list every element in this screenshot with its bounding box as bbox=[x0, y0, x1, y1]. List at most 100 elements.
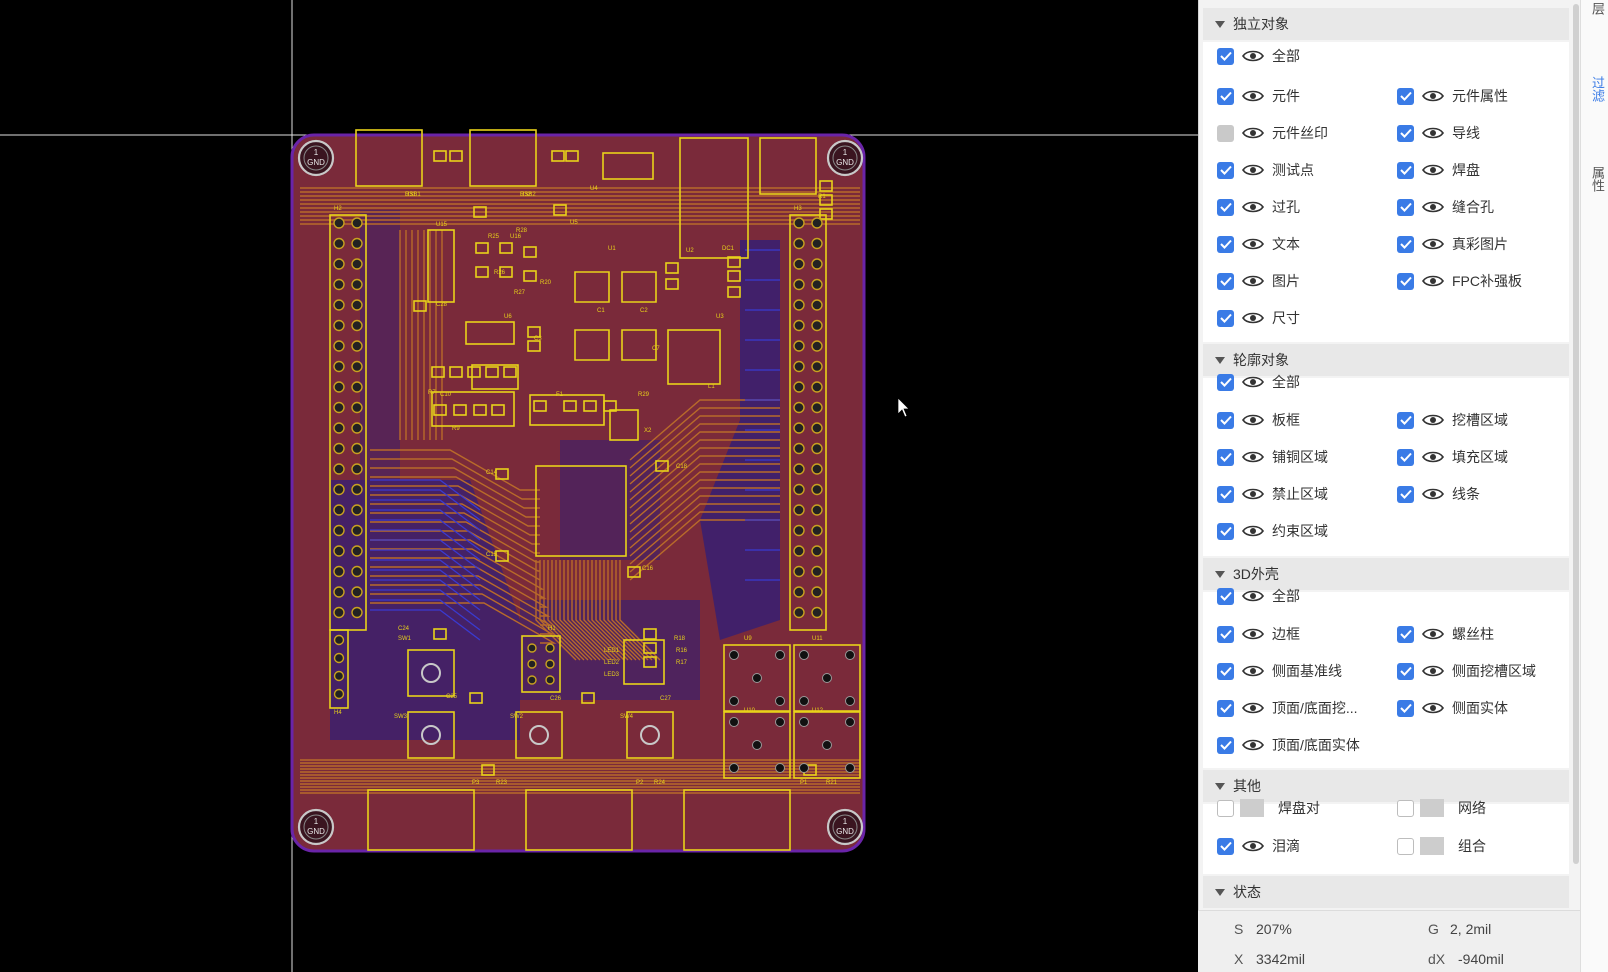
filter-item[interactable]: 尺寸 bbox=[1217, 306, 1300, 330]
eye-icon[interactable] bbox=[1422, 701, 1444, 715]
filter-item[interactable]: 元件 bbox=[1217, 84, 1300, 108]
filter-item[interactable]: 顶面/底面实体 bbox=[1217, 733, 1360, 757]
filter-item[interactable]: 元件丝印 bbox=[1217, 121, 1328, 145]
color-swatch[interactable] bbox=[1240, 799, 1264, 817]
checkbox[interactable] bbox=[1397, 699, 1414, 717]
scrollbar-thumb[interactable] bbox=[1573, 4, 1579, 864]
tab-filter[interactable]: 过滤 bbox=[1585, 76, 1605, 102]
filter-item[interactable]: 线条 bbox=[1397, 482, 1480, 506]
eye-icon[interactable] bbox=[1242, 589, 1264, 603]
filter-item[interactable]: 测试点 bbox=[1217, 158, 1314, 182]
checkbox[interactable] bbox=[1217, 699, 1234, 717]
eye-icon[interactable] bbox=[1422, 126, 1444, 140]
checkbox[interactable] bbox=[1217, 448, 1234, 466]
eye-icon[interactable] bbox=[1242, 413, 1264, 427]
filter-item[interactable]: 全部 bbox=[1217, 584, 1300, 608]
checkbox[interactable] bbox=[1397, 411, 1414, 429]
eye-icon[interactable] bbox=[1242, 311, 1264, 325]
filter-item[interactable]: 缝合孔 bbox=[1397, 195, 1494, 219]
filter-item[interactable]: 焊盘 bbox=[1397, 158, 1480, 182]
collapse-triangle-icon[interactable] bbox=[1215, 782, 1225, 790]
pcb-board-view[interactable]: 1GND1GND1GND1GND USB1 USB2U4U5U15U16U1 U2 D… bbox=[0, 0, 1198, 972]
collapse-triangle-icon[interactable] bbox=[1215, 20, 1225, 28]
filter-item[interactable]: 边框 bbox=[1217, 622, 1300, 646]
collapse-triangle-icon[interactable] bbox=[1215, 888, 1225, 896]
checkbox[interactable] bbox=[1217, 736, 1234, 754]
eye-icon[interactable] bbox=[1242, 487, 1264, 501]
checkbox[interactable] bbox=[1217, 411, 1234, 429]
eye-icon[interactable] bbox=[1242, 375, 1264, 389]
eye-icon[interactable] bbox=[1422, 163, 1444, 177]
eye-icon[interactable] bbox=[1242, 627, 1264, 641]
eye-icon[interactable] bbox=[1422, 627, 1444, 641]
checkbox[interactable] bbox=[1217, 522, 1234, 540]
eye-icon[interactable] bbox=[1242, 738, 1264, 752]
eye-icon[interactable] bbox=[1422, 274, 1444, 288]
eye-icon[interactable] bbox=[1242, 664, 1264, 678]
filter-item[interactable]: 侧面基准线 bbox=[1217, 659, 1342, 683]
eye-icon[interactable] bbox=[1422, 450, 1444, 464]
filter-item[interactable]: 禁止区域 bbox=[1217, 482, 1328, 506]
tab-layers[interactable]: 层 bbox=[1585, 2, 1605, 15]
checkbox[interactable] bbox=[1217, 272, 1234, 290]
checkbox[interactable] bbox=[1217, 235, 1234, 253]
filter-item[interactable]: 泪滴 bbox=[1217, 834, 1300, 858]
filter-item[interactable]: 螺丝柱 bbox=[1397, 622, 1494, 646]
eye-icon[interactable] bbox=[1242, 163, 1264, 177]
section-header-4[interactable]: 状态 bbox=[1203, 876, 1569, 908]
eye-icon[interactable] bbox=[1422, 89, 1444, 103]
checkbox[interactable] bbox=[1397, 799, 1414, 817]
checkbox[interactable] bbox=[1397, 235, 1414, 253]
checkbox[interactable] bbox=[1217, 587, 1234, 605]
checkbox[interactable] bbox=[1397, 625, 1414, 643]
eye-icon[interactable] bbox=[1242, 274, 1264, 288]
eye-icon[interactable] bbox=[1242, 49, 1264, 63]
eye-icon[interactable] bbox=[1242, 126, 1264, 140]
filter-item[interactable]: 侧面实体 bbox=[1397, 696, 1508, 720]
checkbox[interactable] bbox=[1217, 87, 1234, 105]
checkbox[interactable] bbox=[1217, 47, 1234, 65]
filter-item[interactable]: 过孔 bbox=[1217, 195, 1300, 219]
eye-icon[interactable] bbox=[1422, 664, 1444, 678]
eye-icon[interactable] bbox=[1242, 200, 1264, 214]
eye-icon[interactable] bbox=[1242, 524, 1264, 538]
filter-item[interactable]: 文本 bbox=[1217, 232, 1300, 256]
filter-item[interactable]: 侧面挖槽区域 bbox=[1397, 659, 1536, 683]
pcb-canvas[interactable]: 1 GND 1 GND 1 GND 1 GND USB1 USB2 U4 U5 U15 U16 U1 U2 D… bbox=[0, 0, 1198, 972]
checkbox[interactable] bbox=[1217, 309, 1234, 327]
collapse-triangle-icon[interactable] bbox=[1215, 570, 1225, 578]
checkbox[interactable] bbox=[1397, 161, 1414, 179]
panel-scrollbar[interactable] bbox=[1572, 0, 1580, 910]
filter-item[interactable]: 填充区域 bbox=[1397, 445, 1508, 469]
eye-icon[interactable] bbox=[1422, 413, 1444, 427]
checkbox[interactable] bbox=[1217, 161, 1234, 179]
checkbox[interactable] bbox=[1217, 373, 1234, 391]
filter-item[interactable]: 组合 bbox=[1397, 834, 1486, 858]
checkbox[interactable] bbox=[1217, 625, 1234, 643]
eye-icon[interactable] bbox=[1242, 839, 1264, 853]
color-swatch[interactable] bbox=[1420, 799, 1444, 817]
filter-item[interactable]: 真彩图片 bbox=[1397, 232, 1508, 256]
filter-item[interactable]: 板框 bbox=[1217, 408, 1300, 432]
filter-item[interactable]: 全部 bbox=[1217, 44, 1300, 68]
section-header-0[interactable]: 独立对象 bbox=[1203, 8, 1569, 40]
checkbox[interactable] bbox=[1217, 198, 1234, 216]
checkbox[interactable] bbox=[1397, 485, 1414, 503]
checkbox[interactable] bbox=[1217, 662, 1234, 680]
filter-item[interactable]: 焊盘对 bbox=[1217, 796, 1320, 820]
eye-icon[interactable] bbox=[1422, 200, 1444, 214]
collapse-triangle-icon[interactable] bbox=[1215, 356, 1225, 364]
eye-icon[interactable] bbox=[1242, 89, 1264, 103]
filter-item[interactable]: 图片 bbox=[1217, 269, 1300, 293]
filter-item[interactable]: 挖槽区域 bbox=[1397, 408, 1508, 432]
filter-item[interactable]: 导线 bbox=[1397, 121, 1480, 145]
checkbox[interactable] bbox=[1397, 448, 1414, 466]
checkbox[interactable] bbox=[1397, 272, 1414, 290]
eye-icon[interactable] bbox=[1242, 450, 1264, 464]
filter-item[interactable]: 全部 bbox=[1217, 370, 1300, 394]
checkbox[interactable] bbox=[1397, 198, 1414, 216]
filter-item[interactable]: 铺铜区域 bbox=[1217, 445, 1328, 469]
eye-icon[interactable] bbox=[1242, 237, 1264, 251]
checkbox[interactable] bbox=[1397, 662, 1414, 680]
filter-item[interactable]: FPC补强板 bbox=[1397, 269, 1522, 293]
